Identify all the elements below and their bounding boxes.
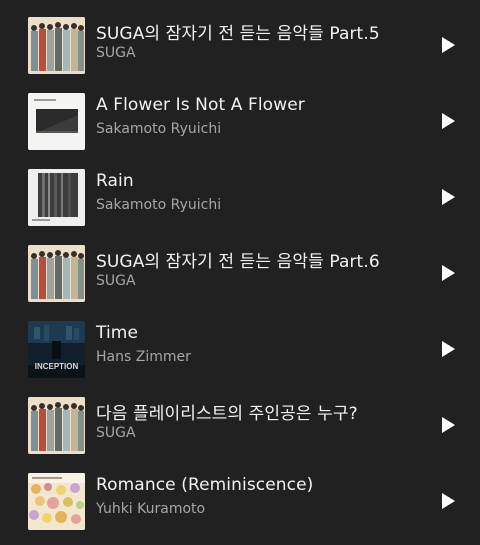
- track-artist: Sakamoto Ryuichi: [96, 197, 222, 213]
- album-art-thumbnail: INCEPTION: [28, 321, 85, 378]
- track-title: 다음 플레이리스트의 주인공은 누구?: [96, 404, 358, 424]
- track-artist: Sakamoto Ryuichi: [96, 121, 222, 137]
- group-photo-art: [28, 245, 85, 302]
- track-artist: SUGA: [96, 45, 136, 61]
- track-row[interactable]: Romance (Reminiscence) Yuhki Kuramoto: [0, 463, 480, 539]
- track-title: Rain: [96, 171, 134, 191]
- minimal-album-art: [28, 93, 85, 150]
- track-artist: SUGA: [96, 273, 136, 289]
- album-art-thumbnail: [28, 397, 85, 454]
- album-art-thumbnail: [28, 169, 85, 226]
- play-icon[interactable]: [438, 35, 458, 55]
- track-row[interactable]: 다음 플레이리스트의 주인공은 누구? SUGA: [0, 387, 480, 463]
- flower-album-art: [28, 473, 85, 530]
- play-icon[interactable]: [438, 491, 458, 511]
- inception-poster-art: INCEPTION: [28, 321, 85, 378]
- track-row[interactable]: SUGA의 잠자기 전 듣는 음악들 Part.6 SUGA: [0, 235, 480, 311]
- track-title: Romance (Reminiscence): [96, 475, 314, 495]
- inception-logo: INCEPTION: [35, 362, 79, 371]
- track-title: SUGA의 잠자기 전 듣는 음악들 Part.5: [96, 24, 380, 44]
- play-icon[interactable]: [438, 263, 458, 283]
- play-icon[interactable]: [438, 187, 458, 207]
- track-title: Time: [96, 323, 139, 343]
- play-icon[interactable]: [438, 339, 458, 359]
- album-art-thumbnail: [28, 245, 85, 302]
- track-row[interactable]: Rain Sakamoto Ryuichi: [0, 159, 480, 235]
- track-artist: Yuhki Kuramoto: [96, 501, 206, 517]
- play-icon[interactable]: [438, 111, 458, 131]
- track-title: SUGA의 잠자기 전 듣는 음악들 Part.6: [96, 252, 380, 272]
- track-list: SUGA의 잠자기 전 듣는 음악들 Part.5 SUGA A Flower …: [0, 0, 480, 545]
- track-artist: Hans Zimmer: [96, 349, 191, 365]
- group-photo-art: [28, 397, 85, 454]
- track-row[interactable]: SUGA의 잠자기 전 듣는 음악들 Part.5 SUGA: [0, 7, 480, 83]
- album-art-thumbnail: [28, 17, 85, 74]
- album-art-thumbnail: [28, 93, 85, 150]
- play-icon[interactable]: [438, 415, 458, 435]
- rain-album-art: [28, 169, 85, 226]
- group-photo-art: [28, 17, 85, 74]
- track-row[interactable]: A Flower Is Not A Flower Sakamoto Ryuich…: [0, 83, 480, 159]
- album-art-thumbnail: [28, 473, 85, 530]
- track-row[interactable]: INCEPTION Time Hans Zimmer: [0, 311, 480, 387]
- track-title: A Flower Is Not A Flower: [96, 95, 305, 115]
- track-artist: SUGA: [96, 425, 136, 441]
